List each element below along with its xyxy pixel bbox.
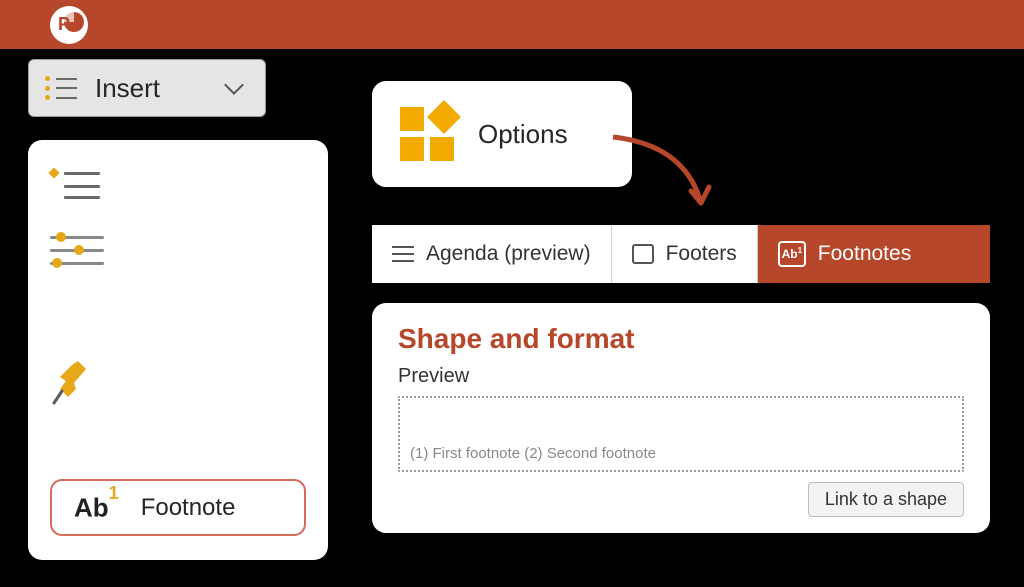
tab-footers-label: Footers — [666, 242, 737, 266]
insert-dropdown-button[interactable]: Insert — [28, 59, 266, 117]
options-label: Options — [478, 119, 568, 150]
footnote-ab-icon: Ab1 — [74, 491, 119, 524]
pin-icon — [50, 359, 90, 405]
insert-list-icon — [45, 76, 77, 100]
shape-and-format-panel: Shape and format Preview (1) First footn… — [372, 303, 990, 533]
link-to-shape-button[interactable]: Link to a shape — [808, 482, 964, 517]
footnotes-tabstrip: Agenda (preview) Footers Ab1 Footnotes — [372, 225, 990, 283]
lines-icon — [50, 306, 104, 326]
chevron-down-icon — [224, 75, 244, 95]
footers-icon — [632, 244, 654, 264]
menu-item-pin[interactable] — [50, 362, 306, 402]
preview-sample-text: (1) First footnote (2) Second footnote — [410, 445, 656, 462]
options-button[interactable]: Options — [372, 81, 632, 187]
menu-item-lines[interactable] — [50, 296, 306, 336]
menu-item-footnote[interactable]: Ab1 Footnote — [50, 479, 306, 536]
powerpoint-logo — [50, 6, 88, 44]
preview-box[interactable]: (1) First footnote (2) Second footnote — [398, 396, 964, 472]
menu-item-sliders[interactable] — [50, 230, 306, 270]
menu-item-bulleted-list[interactable] — [50, 164, 306, 204]
agenda-icon — [392, 246, 414, 262]
tab-agenda-label: Agenda (preview) — [426, 242, 591, 266]
insert-label: Insert — [95, 73, 209, 104]
sliders-icon — [50, 236, 104, 265]
tiles-icon — [400, 107, 454, 161]
bulleted-list-icon — [50, 169, 100, 199]
preview-label: Preview — [398, 365, 964, 388]
footnote-menu-label: Footnote — [141, 494, 236, 522]
tab-footers[interactable]: Footers — [612, 225, 758, 283]
shape-panel-title: Shape and format — [398, 323, 964, 355]
insert-menu-panel: Ab1 Footnote — [28, 140, 328, 560]
title-bar — [0, 0, 1024, 49]
tab-footnotes-label: Footnotes — [818, 242, 911, 266]
tab-footnotes[interactable]: Ab1 Footnotes — [758, 225, 990, 283]
footnotes-tab-icon: Ab1 — [778, 241, 806, 267]
tab-agenda[interactable]: Agenda (preview) — [372, 225, 612, 283]
